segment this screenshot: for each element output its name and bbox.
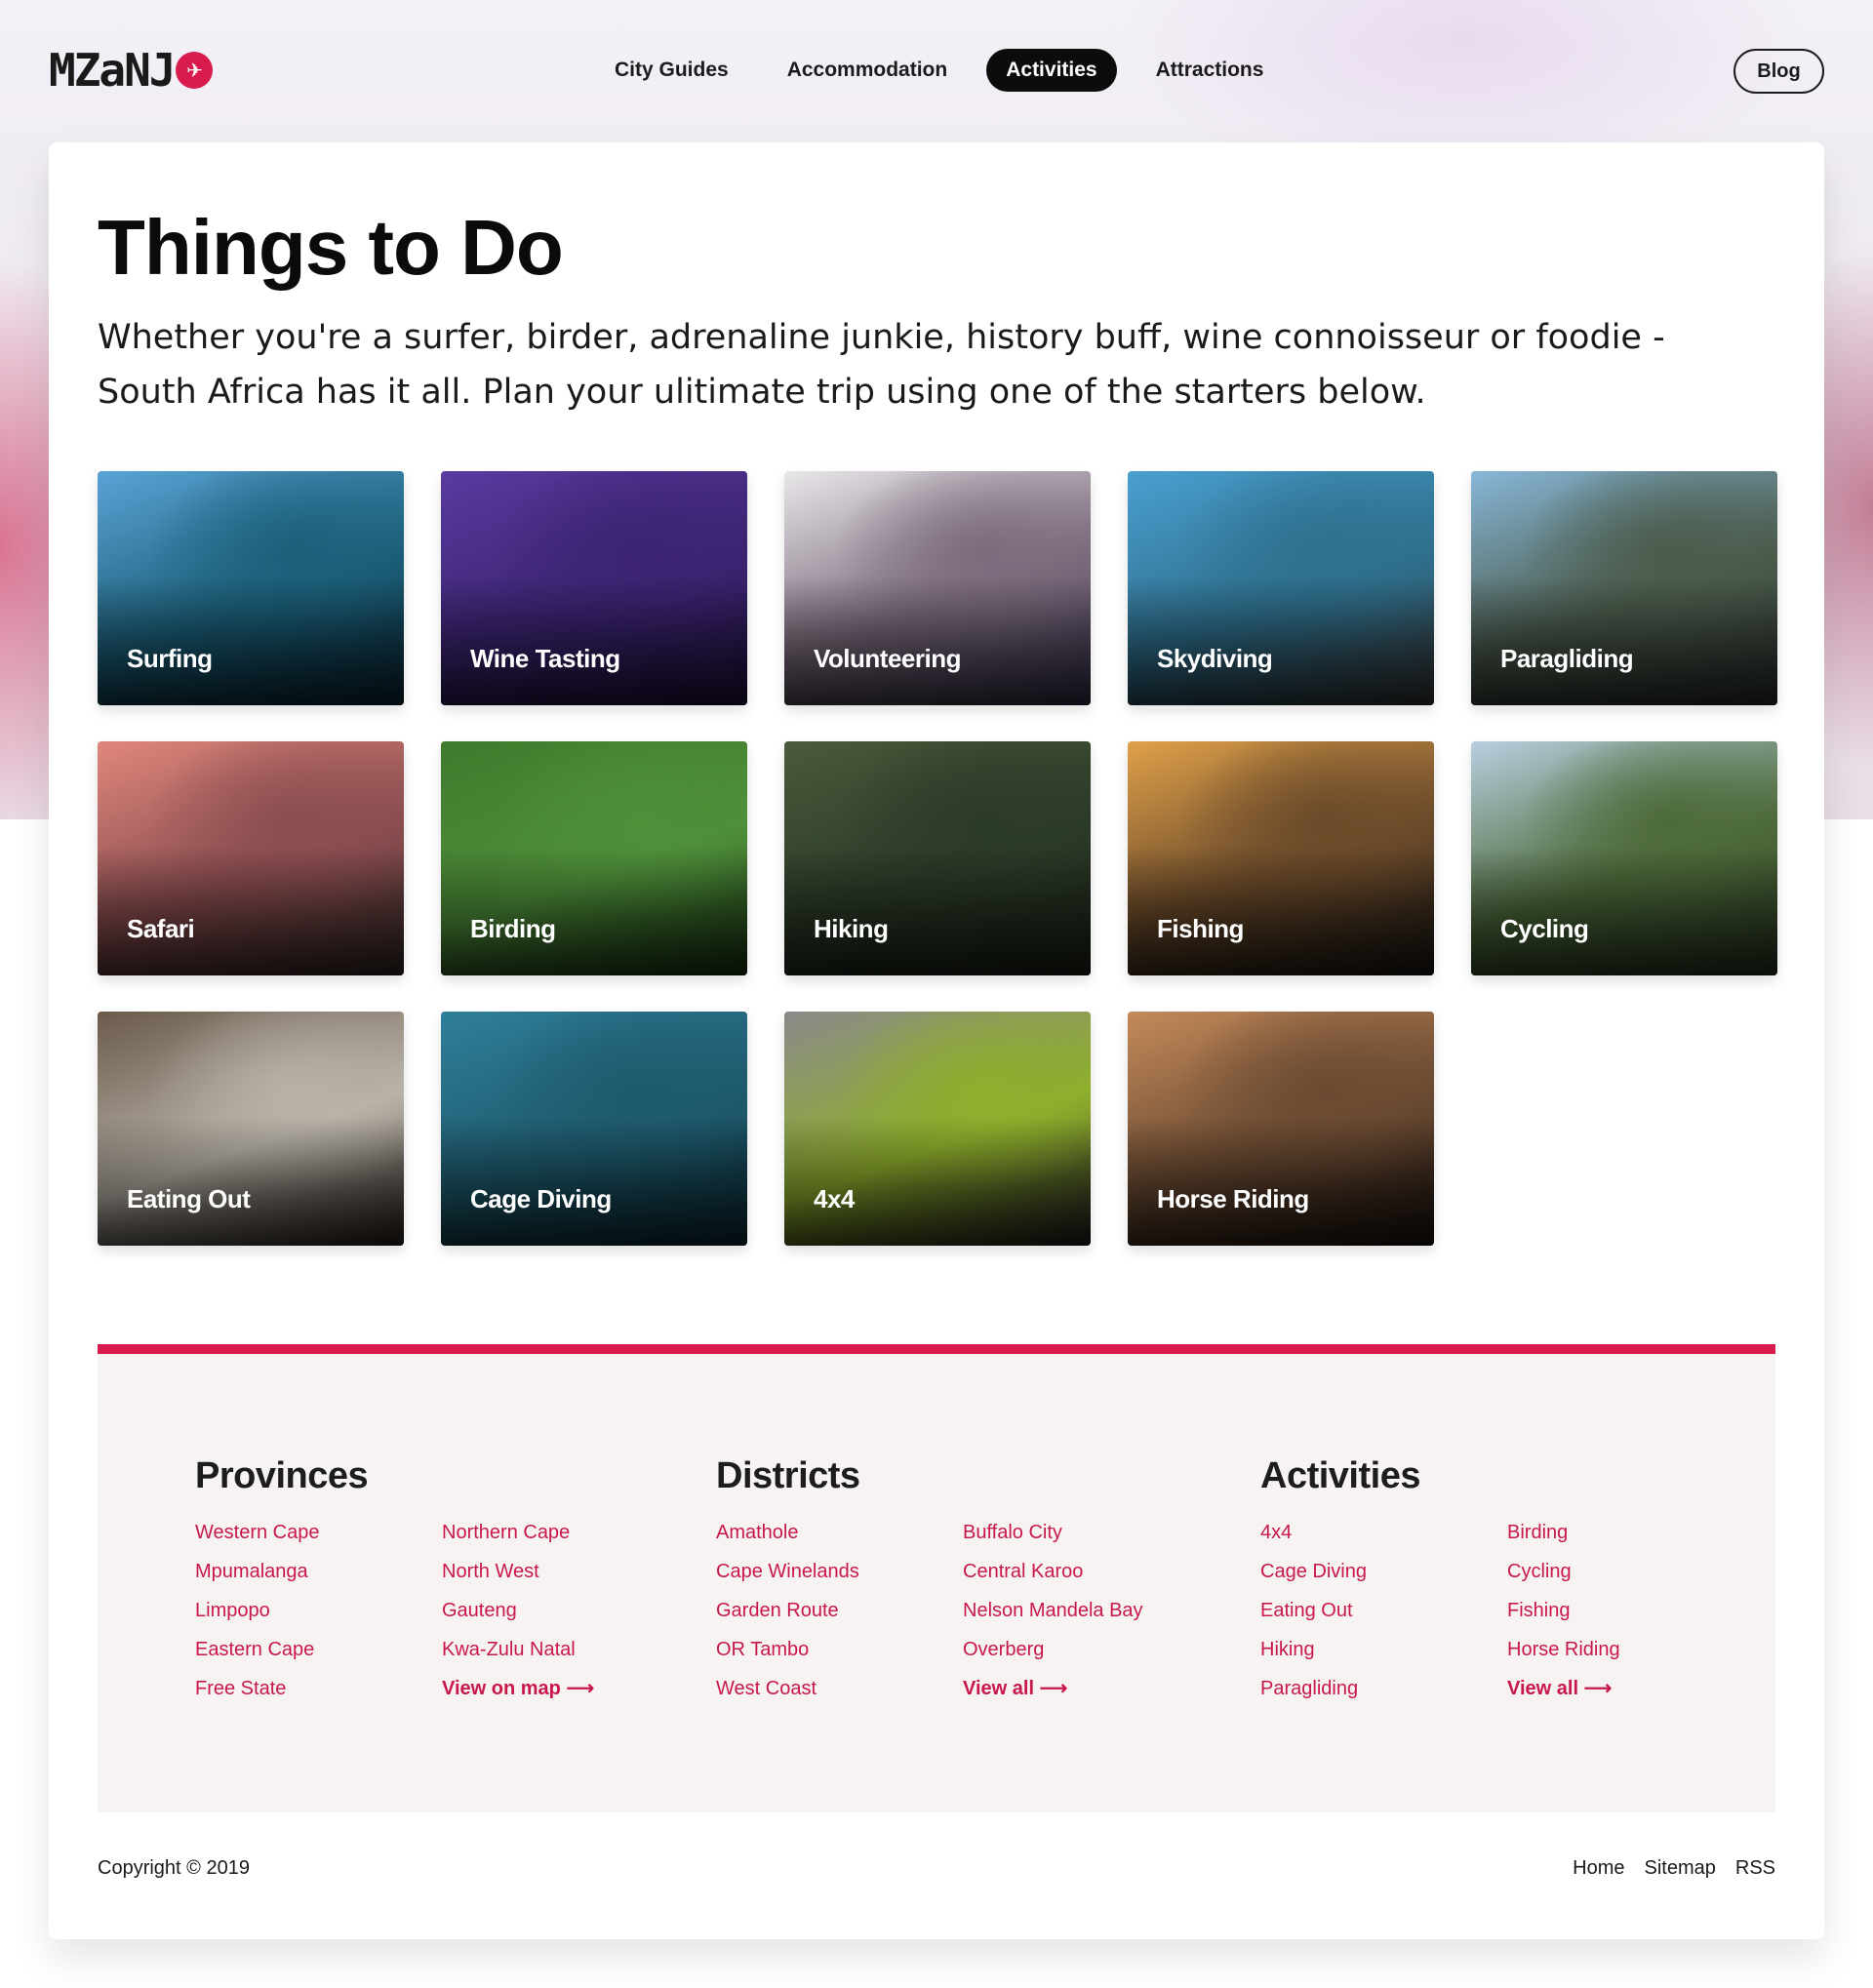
- activity-tile[interactable]: Eating Out: [98, 1012, 404, 1246]
- content-card: Things to Do Whether you're a surfer, bi…: [49, 142, 1824, 1939]
- activity-tile[interactable]: Hiking: [784, 741, 1091, 975]
- view-on-map-link[interactable]: View on map ⟶: [442, 1676, 594, 1715]
- nav-city-guides[interactable]: City Guides: [595, 49, 748, 92]
- footer-directory: Provinces Western Cape Mpumalanga Limpop…: [98, 1344, 1775, 1812]
- activity-link[interactable]: Paragliding: [1260, 1676, 1367, 1715]
- activity-link[interactable]: Cycling: [1507, 1559, 1620, 1598]
- provinces-title: Provinces: [195, 1455, 369, 1496]
- province-link[interactable]: North West: [442, 1559, 594, 1598]
- district-link[interactable]: Central Karoo: [963, 1559, 1143, 1598]
- activity-tile-label: Eating Out: [127, 1184, 251, 1213]
- activity-tile[interactable]: Skydiving: [1128, 471, 1434, 705]
- activities-title: Activities: [1260, 1455, 1420, 1496]
- province-link[interactable]: Free State: [195, 1676, 319, 1715]
- districts-title: Districts: [716, 1455, 860, 1496]
- footer-link-rss[interactable]: RSS: [1735, 1857, 1775, 1880]
- province-link[interactable]: Northern Cape: [442, 1520, 594, 1559]
- activity-link[interactable]: Eating Out: [1260, 1598, 1367, 1637]
- activity-tile-label: Cage Diving: [470, 1184, 612, 1213]
- activity-tile[interactable]: Safari: [98, 741, 404, 975]
- activities-list-1: 4x4 Cage Diving Eating Out Hiking Paragl…: [1260, 1520, 1367, 1715]
- province-link[interactable]: Mpumalanga: [195, 1559, 319, 1598]
- activity-tile[interactable]: Volunteering: [784, 471, 1091, 705]
- activity-tile[interactable]: Paragliding: [1471, 471, 1777, 705]
- activity-tile-label: Safari: [127, 914, 195, 943]
- activity-link[interactable]: Horse Riding: [1507, 1637, 1620, 1676]
- district-link[interactable]: Cape Winelands: [716, 1559, 859, 1598]
- activity-tile-label: Fishing: [1157, 914, 1244, 943]
- footer-link-sitemap[interactable]: Sitemap: [1645, 1857, 1716, 1880]
- activity-tile[interactable]: Cycling: [1471, 741, 1777, 975]
- activities-list-2: Birding Cycling Fishing Horse Riding Vie…: [1507, 1520, 1620, 1715]
- province-link[interactable]: Western Cape: [195, 1520, 319, 1559]
- districts-list-1: Amathole Cape Winelands Garden Route OR …: [716, 1520, 859, 1715]
- activity-tile-label: Paragliding: [1500, 644, 1634, 673]
- nav-accommodation[interactable]: Accommodation: [768, 49, 968, 92]
- district-link[interactable]: Garden Route: [716, 1598, 859, 1637]
- footer-link-home[interactable]: Home: [1573, 1857, 1624, 1880]
- site-logo[interactable]: MZaNJ ✈: [49, 44, 214, 97]
- nav-attractions[interactable]: Attractions: [1136, 49, 1284, 92]
- activity-tile[interactable]: Wine Tasting: [441, 471, 747, 705]
- district-link[interactable]: Buffalo City: [963, 1520, 1143, 1559]
- activity-link[interactable]: Birding: [1507, 1520, 1620, 1559]
- copyright: Copyright © 2019: [98, 1857, 250, 1879]
- province-link[interactable]: Eastern Cape: [195, 1637, 319, 1676]
- activities-view-all-link[interactable]: View all ⟶: [1507, 1676, 1620, 1715]
- blog-button[interactable]: Blog: [1734, 49, 1824, 94]
- districts-list-2: Buffalo City Central Karoo Nelson Mandel…: [963, 1520, 1143, 1715]
- district-link[interactable]: Amathole: [716, 1520, 859, 1559]
- district-link[interactable]: Nelson Mandela Bay: [963, 1598, 1143, 1637]
- activity-tile-label: Skydiving: [1157, 644, 1273, 673]
- activity-tile[interactable]: Surfing: [98, 471, 404, 705]
- site-header: MZaNJ ✈ City Guides Accommodation Activi…: [0, 0, 1873, 142]
- activity-tile[interactable]: Fishing: [1128, 741, 1434, 975]
- logo-mark-icon: ✈: [176, 52, 214, 89]
- activity-link[interactable]: Cage Diving: [1260, 1559, 1367, 1598]
- activity-tile-label: Volunteering: [814, 644, 961, 673]
- page-intro: Whether you're a surfer, birder, adrenal…: [98, 318, 1665, 412]
- activity-tile-label: Cycling: [1500, 914, 1589, 943]
- district-link[interactable]: Overberg: [963, 1637, 1143, 1676]
- district-link[interactable]: OR Tambo: [716, 1637, 859, 1676]
- activity-tile[interactable]: Horse Riding: [1128, 1012, 1434, 1246]
- activity-link[interactable]: Fishing: [1507, 1598, 1620, 1637]
- activity-tile-label: Birding: [470, 914, 556, 943]
- activity-tile-label: Wine Tasting: [470, 644, 620, 673]
- activity-tile-label: Hiking: [814, 914, 889, 943]
- districts-view-all-link[interactable]: View all ⟶: [963, 1676, 1143, 1715]
- activity-tile-label: Surfing: [127, 644, 213, 673]
- district-link[interactable]: West Coast: [716, 1676, 859, 1715]
- nav-activities[interactable]: Activities: [986, 49, 1117, 92]
- province-link[interactable]: Limpopo: [195, 1598, 319, 1637]
- province-link[interactable]: Kwa-Zulu Natal: [442, 1637, 594, 1676]
- activity-tile-label: Horse Riding: [1157, 1184, 1309, 1213]
- page-title: Things to Do: [98, 204, 564, 291]
- activity-link[interactable]: 4x4: [1260, 1520, 1367, 1559]
- activity-tile-label: 4x4: [814, 1184, 855, 1213]
- province-link[interactable]: Gauteng: [442, 1598, 594, 1637]
- activity-tile[interactable]: Cage Diving: [441, 1012, 747, 1246]
- footer-links: Home Sitemap RSS: [1573, 1857, 1775, 1880]
- activity-tile[interactable]: 4x4: [784, 1012, 1091, 1246]
- provinces-list-1: Western Cape Mpumalanga Limpopo Eastern …: [195, 1520, 319, 1715]
- main-nav: City Guides Accommodation Activities Att…: [595, 49, 1283, 92]
- provinces-list-2: Northern Cape North West Gauteng Kwa-Zul…: [442, 1520, 594, 1715]
- activity-tile[interactable]: Birding: [441, 741, 747, 975]
- logo-text: MZaNJ: [49, 44, 176, 97]
- activity-link[interactable]: Hiking: [1260, 1637, 1367, 1676]
